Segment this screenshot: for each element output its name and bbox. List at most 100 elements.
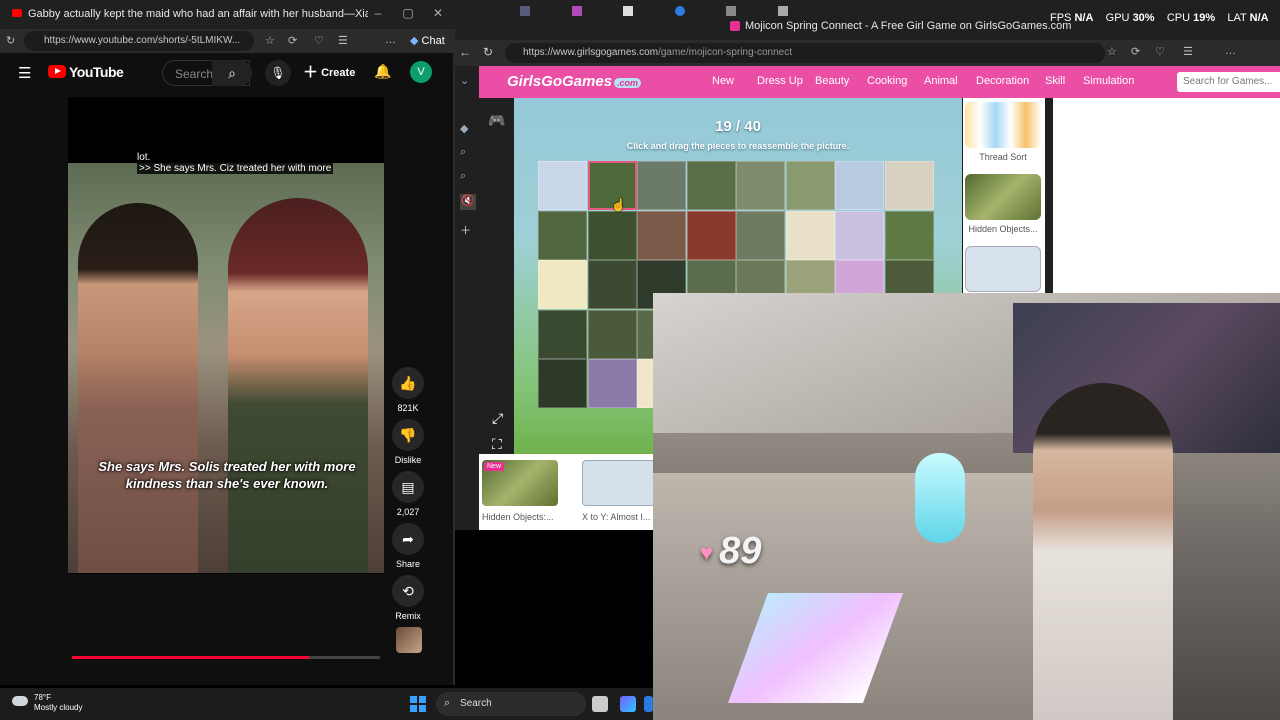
bottom-card-hidden-objects[interactable]: New Hidden Objects:... xyxy=(482,460,560,522)
nav-simulation[interactable]: Simulation xyxy=(1083,75,1134,87)
add-icon[interactable]: ＋ xyxy=(460,222,471,238)
puzzle-piece[interactable] xyxy=(587,210,637,260)
puzzle-piece[interactable] xyxy=(538,260,587,309)
game-url-field[interactable]: https://www.girlsgogames.com/game/mojico… xyxy=(505,43,1105,63)
pin-icon[interactable]: ◆ xyxy=(460,122,468,135)
youtube-logo-icon[interactable] xyxy=(48,65,66,78)
dislike-button[interactable]: 👎 Dislike xyxy=(388,419,428,465)
nav-cooking[interactable]: Cooking xyxy=(867,75,907,87)
expand-icon[interactable]: ⤢ xyxy=(492,410,503,427)
menu-icon[interactable]: ☰ xyxy=(18,64,31,82)
nav-dress-up[interactable]: Dress Up xyxy=(757,75,803,87)
copilot-icon[interactable] xyxy=(620,696,636,712)
puzzle-piece[interactable] xyxy=(686,161,736,210)
puzzle-piece[interactable] xyxy=(785,161,835,210)
chat-button[interactable]: ◆ Chat xyxy=(410,34,445,47)
back-icon[interactable]: ← xyxy=(459,45,471,59)
collections-icon[interactable]: ☰ xyxy=(1183,45,1193,58)
puzzle-piece[interactable] xyxy=(884,161,934,210)
nav-beauty[interactable]: Beauty xyxy=(815,75,849,87)
puzzle-piece[interactable] xyxy=(538,359,587,408)
nav-animal[interactable]: Animal xyxy=(924,75,958,87)
puzzle-piece[interactable] xyxy=(785,210,835,260)
performance-hud: FPS N/A GPU 30% CPU 19% LAT N/A xyxy=(1050,12,1269,24)
bottom-card-x-to-y[interactable]: X to Y: Almost I... xyxy=(582,460,660,522)
more-icon[interactable]: … xyxy=(1225,45,1236,57)
chevron-down-icon[interactable]: ⌄ xyxy=(460,74,469,87)
create-button[interactable]: ＋ Create xyxy=(303,60,359,86)
reload-icon[interactable]: ↻ xyxy=(6,34,15,47)
puzzle-piece[interactable] xyxy=(835,210,884,260)
puzzle-piece[interactable] xyxy=(736,210,785,260)
puzzle-piece[interactable] xyxy=(538,161,587,210)
search-icon[interactable]: ⌕ xyxy=(212,60,252,86)
puzzle-piece[interactable] xyxy=(538,210,587,260)
refresh-icon[interactable]: ⟳ xyxy=(1131,45,1140,58)
maximize-icon[interactable]: ▢ xyxy=(398,6,418,20)
collections-icon[interactable]: ☰ xyxy=(338,34,348,47)
favorites-icon[interactable]: ♡ xyxy=(1155,45,1165,58)
fullscreen-icon[interactable]: ⛶ xyxy=(492,436,502,453)
game-card-hidden-objects[interactable]: Hidden Objects... xyxy=(965,174,1041,234)
youtube-url-field[interactable]: https://www.youtube.com/shorts/-5tLMIKW.… xyxy=(24,31,254,51)
burned-in-subtitle: She says Mrs. Solis treated her with mor… xyxy=(98,459,356,491)
puzzle-piece[interactable] xyxy=(587,260,637,309)
puzzle-piece[interactable] xyxy=(637,210,686,260)
app-icon[interactable] xyxy=(623,6,633,16)
game-card-thread-sort[interactable]: Thread Sort xyxy=(965,102,1041,162)
avatar[interactable]: V xyxy=(410,61,432,83)
search-icon[interactable]: ⌕ xyxy=(460,146,466,159)
puzzle-piece[interactable] xyxy=(835,161,884,210)
video-progress-bar[interactable] xyxy=(72,656,380,659)
nav-skill[interactable]: Skill xyxy=(1045,75,1065,87)
star-icon[interactable]: ☆ xyxy=(1107,45,1117,58)
close-icon[interactable]: ✕ xyxy=(428,6,448,20)
remix-label: Remix xyxy=(395,611,421,621)
like-button[interactable]: 👍 821K xyxy=(388,367,428,413)
game-tab-title[interactable]: Mojicon Spring Connect - A Free Girl Gam… xyxy=(745,20,1071,32)
puzzle-piece[interactable] xyxy=(637,161,686,210)
girlsgogames-logo[interactable]: GirlsGoGames .com xyxy=(507,73,642,90)
star-icon[interactable]: ☆ xyxy=(265,34,275,47)
game-card-title: X to Y: Almost I... xyxy=(582,512,651,522)
gamepad-icon[interactable]: 🎮 xyxy=(488,112,505,129)
nav-decoration[interactable]: Decoration xyxy=(976,75,1029,87)
puzzle-piece[interactable] xyxy=(736,161,785,210)
puzzle-piece[interactable] xyxy=(686,210,736,260)
channel-thumbnail[interactable] xyxy=(396,627,422,653)
favorites-icon[interactable]: ♡ xyxy=(314,34,324,47)
game-card-title: Hidden Objects... xyxy=(968,224,1038,234)
app-icon[interactable] xyxy=(572,6,582,16)
maze-thumbnail xyxy=(965,246,1041,292)
nav-new[interactable]: New xyxy=(712,75,734,87)
app-icon[interactable] xyxy=(778,6,788,16)
app-icon[interactable] xyxy=(675,6,685,16)
youtube-logo-text[interactable]: YouTube xyxy=(69,64,124,80)
puzzle-piece[interactable] xyxy=(884,210,934,260)
comments-button[interactable]: ▤ 2,027 xyxy=(388,471,428,517)
remix-button[interactable]: ⟲ Remix xyxy=(388,575,428,621)
notifications-bell-icon[interactable]: 🔔 xyxy=(374,63,391,80)
more-icon[interactable]: … xyxy=(385,34,396,46)
refresh-icon[interactable]: ⟳ xyxy=(288,34,297,47)
heart-counter: ♥ 89 xyxy=(700,530,761,573)
app-icon[interactable] xyxy=(726,6,736,16)
windows-start-icon[interactable] xyxy=(410,696,426,712)
minimize-icon[interactable]: – xyxy=(368,6,388,20)
game-card-maze[interactable] xyxy=(965,246,1041,292)
task-view-icon[interactable] xyxy=(592,696,608,712)
edge-icon[interactable] xyxy=(644,696,653,712)
microphone-icon[interactable]: 🎙 xyxy=(265,60,291,86)
search-icon-2[interactable]: ⌕ xyxy=(460,170,466,183)
game-search-input[interactable]: Search for Games... xyxy=(1177,72,1280,92)
puzzle-piece[interactable] xyxy=(538,309,587,359)
mute-icon[interactable]: 🔇 xyxy=(460,194,476,210)
puzzle-piece[interactable] xyxy=(587,309,637,359)
share-button[interactable]: ➦ Share xyxy=(388,523,428,569)
youtube-tab-title[interactable]: Gabby actually kept the maid who had an … xyxy=(28,8,368,20)
taskbar-search[interactable]: ⌕ Search xyxy=(436,692,586,716)
game-address-bar: ← ↻ https://www.girlsgogames.com/game/mo… xyxy=(455,40,1280,66)
puzzle-piece[interactable] xyxy=(587,359,637,408)
app-icon[interactable] xyxy=(520,6,530,16)
reload-icon[interactable]: ↻ xyxy=(483,45,493,59)
